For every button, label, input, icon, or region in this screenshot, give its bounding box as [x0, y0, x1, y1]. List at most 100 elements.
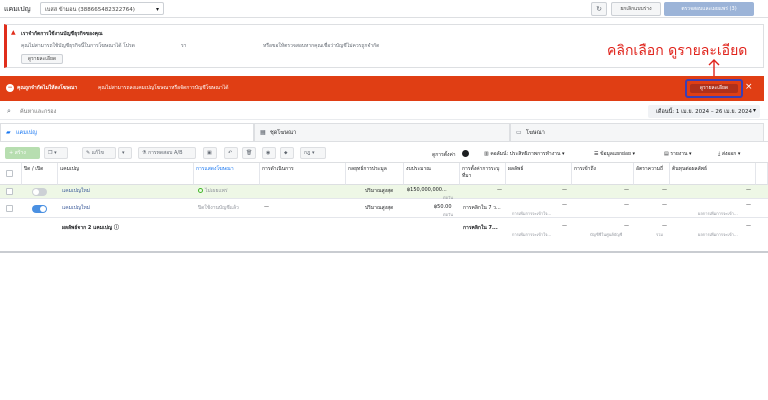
bid-strategy: ปริมาณสูงสุด [365, 205, 394, 211]
attribution-value: การคลิกใน 7 ว... [463, 205, 501, 211]
header-label: การดำเนินการ [262, 166, 294, 172]
rules-button[interactable]: กฎ ▾ [300, 147, 326, 159]
level-tabs: ▰ แคมเปญ ▦ ชุดโฆษณา ▭ โฆษณา [0, 123, 768, 141]
header-label: ปิด / เปิด [24, 166, 44, 172]
row-checkbox[interactable] [6, 188, 13, 195]
search-icon: ⌕ [7, 107, 11, 115]
export-menu[interactable]: ⤓ ส่งออก ▾ [718, 150, 740, 158]
search-input[interactable] [20, 107, 320, 117]
header-actions[interactable]: การดำเนินการ [260, 163, 346, 185]
header-onoff[interactable]: ปิด / เปิด [22, 163, 58, 185]
refresh-button[interactable]: ↻ [591, 2, 607, 16]
header-label: งบประมาณ [406, 166, 431, 172]
campaign-name[interactable]: แคมเปญใหม่ [62, 204, 90, 212]
reach-value: — [624, 187, 629, 193]
header-attribution[interactable]: การตั้งค่าการระบุที่มา [460, 163, 506, 185]
tag-icon: ⬥ [284, 150, 288, 156]
cost-per-result-sub: ผลการเพิ่มการจะเข้า... [698, 211, 738, 216]
header-cost-per-result[interactable]: ต้นทุนต่อผลลัพธ์ [670, 163, 756, 185]
chevron-down-icon: ▾ [155, 6, 159, 13]
warning-body: คุณไม่สามารถใช้บัญชีธุรกิจนี้ในการโฆษณาไ… [21, 43, 135, 49]
top-bar: แคมเปญ เบสส ข้ามอน (388665482322764) ▾ ↻… [0, 0, 768, 18]
archive-button[interactable]: ▣ [203, 147, 217, 159]
tab-label: แคมเปญ [16, 130, 37, 136]
ad-icon: ▭ [516, 129, 522, 136]
preview-button[interactable]: ◉ [262, 147, 276, 159]
reports-menu[interactable]: ▤ รายงาน ▾ [664, 150, 692, 158]
header-budget[interactable]: งบประมาณ [404, 163, 460, 185]
tab-ads[interactable]: ▭ โฆษณา [510, 123, 764, 141]
summary-reach-sub: บัญชีชีในศูนย์บัญชี [590, 232, 623, 237]
chevron-down-icon: ▾ [122, 150, 125, 156]
create-button[interactable]: + สร้าง [5, 147, 40, 159]
summary-reach: — [624, 223, 629, 229]
edit-label: แก้ไข [91, 150, 104, 156]
breakdown-menu[interactable]: ☰ ข้อมูลแยกย่อย ▾ [594, 150, 635, 158]
banner-message: คุณไม่สามารถลงแคมเปญโฆษณาหรือจัดการบัญชี… [98, 85, 229, 91]
tag-button[interactable]: ⬥ [280, 147, 294, 159]
campaign-toggle[interactable] [32, 188, 47, 196]
header-frequency[interactable]: อัตราความถี่ [634, 163, 670, 185]
edit-button[interactable]: ✎ แก้ไข [82, 147, 116, 159]
table-toolbar: + สร้าง ❐ ▾ ✎ แก้ไข ▾ ⚗ การทดสอบ A/B ▣ ↶… [0, 141, 768, 163]
select-all-checkbox[interactable] [6, 170, 13, 177]
header-reach[interactable]: การเข้าถึง [572, 163, 634, 185]
campaign-name[interactable]: แคมเปญใหม่ [62, 187, 90, 195]
campaign-toggle[interactable] [32, 205, 47, 213]
budget-value: ฿150,000,000... [407, 187, 447, 193]
warning-body-part: หรือขอให้ตรวจสอบหากคุณเชื่อว่าบัญชีไม่คว… [263, 43, 380, 49]
tab-ad-sets[interactable]: ▦ ชุดโฆษณา [254, 123, 510, 141]
folder-icon: ▰ [6, 129, 11, 136]
account-selector[interactable]: เบสส ข้ามอน (388665482322764) ▾ [40, 2, 164, 15]
frequency-value: — [662, 187, 667, 193]
reports-label: รายงาน [670, 151, 688, 157]
delivery-text: ไม่เผยแพร่ [205, 188, 228, 194]
summary-text: ผลลัพธ์จาก 2 แคมเปญ [62, 225, 113, 231]
delete-button[interactable]: 🗑 [242, 147, 256, 159]
actions-value: — [264, 204, 269, 210]
date-range-label: เดือนนี้: 1 เม.ย. 2024 – 26 เม.ย. 2024 [656, 109, 753, 115]
header-label: การตั้งค่าการระบุที่มา [462, 166, 500, 179]
chevron-down-icon: ▾ [752, 107, 756, 114]
chevron-down-icon: ▾ [310, 150, 315, 156]
cost-per-result-value: — [746, 202, 751, 208]
row-checkbox[interactable] [6, 205, 13, 212]
undo-button[interactable]: ↶ [224, 147, 238, 159]
see-details-button[interactable]: ดูรายละเอียด [21, 54, 63, 64]
review-publish-button[interactable]: ตรวจสอบและเผยแพร่ (3) [664, 2, 754, 16]
close-icon[interactable]: × [745, 82, 753, 92]
header-campaign[interactable]: แคมเปญ [58, 163, 194, 185]
attribution-value: — [497, 187, 502, 193]
table-row[interactable]: แคมเปญใหม่ ไม่เผยแพร่ ปริมาณสูงสุด ฿150,… [0, 185, 768, 200]
date-range-picker[interactable]: เดือนนี้: 1 เม.ย. 2024 – 26 เม.ย. 2024 ▾ [648, 105, 760, 118]
view-setup-toggle[interactable] [462, 150, 469, 157]
budget-value: ฿50.00 [434, 204, 452, 210]
toggle-knob [40, 206, 46, 212]
summary-label: ผลลัพธ์จาก 2 แคมเปญ ⓘ [62, 224, 119, 232]
ab-test-button[interactable]: ⚗ การทดสอบ A/B [138, 147, 196, 159]
duplicate-button[interactable]: ❐ ▾ [44, 147, 68, 159]
tab-campaigns[interactable]: ▰ แคมเปญ [0, 123, 254, 141]
summary-attribution: การคลิกใน 7... [463, 225, 498, 231]
header-label: แคมเปญ [60, 166, 80, 172]
discard-drafts-button[interactable]: ยกเลิกแบบร่าง [611, 2, 661, 16]
header-label: อัตราความถี่ [636, 166, 664, 172]
header-delivery[interactable]: การแสดงโฆษณา [194, 163, 260, 185]
reach-value: — [624, 202, 629, 208]
table-row[interactable]: แคมเปญใหม่ ปิดใช้งานบัญชีแล้ว — ปริมาณสู… [0, 200, 768, 218]
header-results[interactable]: ผลลัพธ์ [506, 163, 572, 185]
page-title: แคมเปญ [4, 5, 31, 13]
table-bottom-border [0, 251, 768, 253]
eye-icon: ◉ [266, 150, 271, 156]
frequency-value: — [662, 202, 667, 208]
campaign-table: ปิด / เปิด แคมเปญ การแสดงโฆษณา การดำเนิน… [0, 163, 768, 253]
edit-dropdown-button[interactable]: ▾ [118, 147, 132, 159]
header-bid-strategy[interactable]: กลยุทธ์การประมูล [346, 163, 404, 185]
undo-icon: ↶ [228, 150, 233, 156]
view-setup-label: ดูการตั้งค่า [432, 152, 456, 158]
banner-details-button[interactable]: ดูรายละเอียด [690, 84, 738, 93]
summary-results-sub: การเพิ่มการจะเข้าใจ... [512, 232, 552, 237]
budget-sub: ต่อวัน [443, 212, 453, 217]
columns-menu[interactable]: ▥ คอลัมน์: ประสิทธิภาพการทำงาน ▾ [484, 150, 564, 158]
columns-label: คอลัมน์: ประสิทธิภาพการทำงาน [490, 151, 561, 157]
